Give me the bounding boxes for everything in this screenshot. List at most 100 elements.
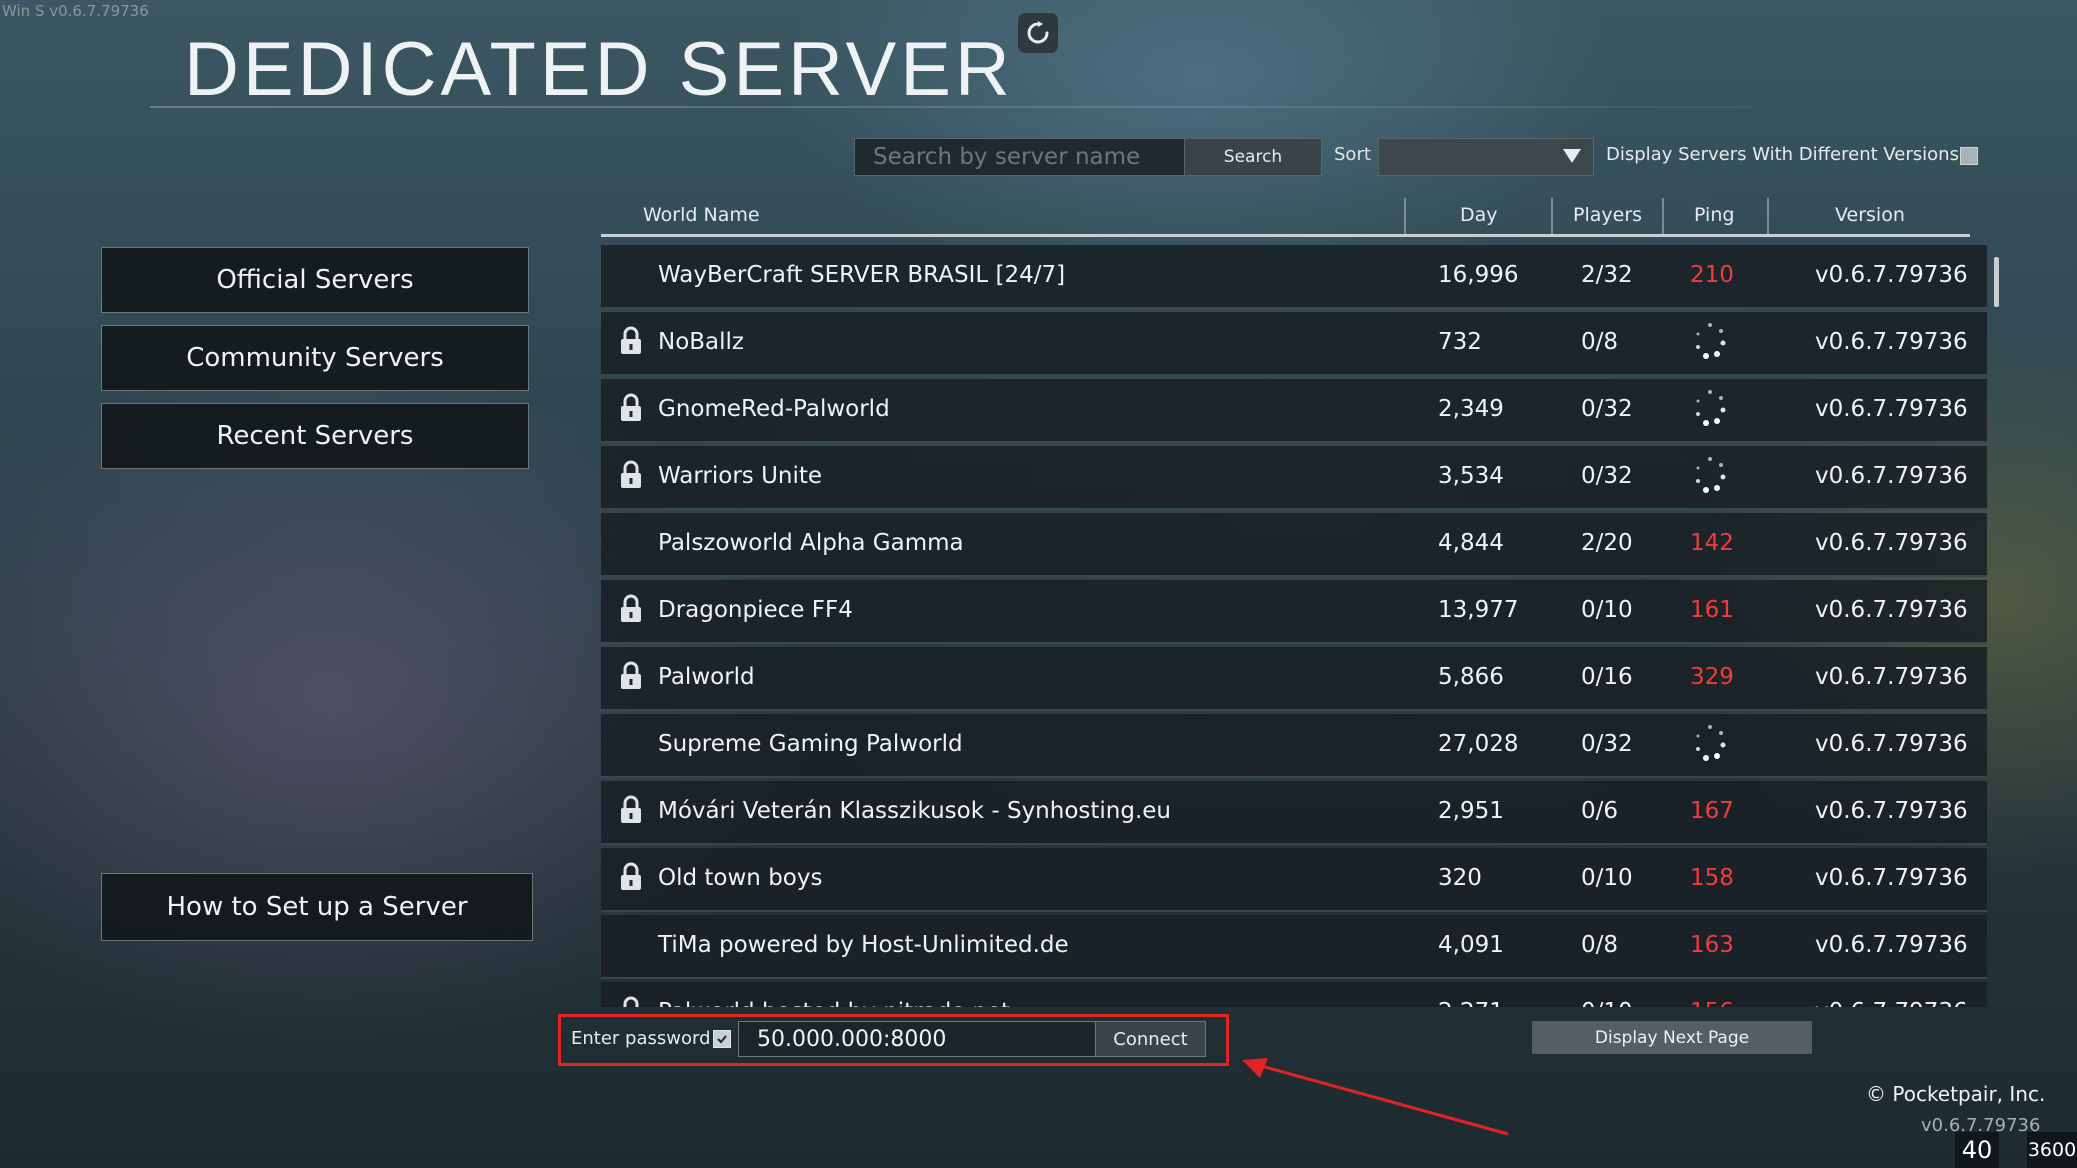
server-version: v0.6.7.79736 [1815,329,1968,355]
server-day: 13,977 [1438,597,1519,623]
server-ping: 156 [1690,999,1734,1007]
connect-button[interactable]: Connect [1095,1022,1205,1056]
server-row[interactable]: Supreme Gaming Palworld 27,028 0/32 v0.6.7.… [601,714,1987,778]
search-input[interactable] [855,139,1184,175]
enter-password-checkbox[interactable] [713,1030,731,1048]
header-divider [1767,198,1769,234]
server-day: 3,534 [1438,463,1504,489]
server-players: 0/32 [1581,731,1633,757]
server-day: 2,271 [1438,999,1504,1007]
header-ping[interactable]: Ping [1694,204,1734,226]
refresh-icon [1027,21,1049,44]
server-name: Dragonpiece FF4 [658,597,853,623]
title-divider [150,106,1750,108]
sort-dropdown[interactable] [1378,138,1594,176]
stat-counter: 3600 [2027,1132,2077,1168]
address-bar: Connect [738,1021,1206,1057]
build-label: Win S v0.6.7.79736 [2,2,149,20]
server-name: Palworld hosted by nitrado.net [658,999,1010,1007]
community-servers-button[interactable]: Community Servers [101,325,529,391]
header-divider [1662,198,1664,234]
server-name: WayBerCraft SERVER BRASIL [24/7] [658,262,1066,288]
server-list-scrollbar[interactable] [1994,257,1999,307]
server-name: Supreme Gaming Palworld [658,731,963,757]
header-version[interactable]: Version [1835,204,1905,226]
server-version: v0.6.7.79736 [1815,396,1968,422]
server-ping: 142 [1690,530,1734,556]
server-version: v0.6.7.79736 [1815,865,1968,891]
lock-icon [619,795,643,831]
header-day[interactable]: Day [1460,204,1498,226]
server-version: v0.6.7.79736 [1815,798,1968,824]
server-row[interactable]: GnomeRed-Palworld 2,349 0/32 v0.6.7.79736 [601,379,1987,443]
server-address-input[interactable] [739,1022,1095,1056]
server-day: 4,844 [1438,530,1504,556]
header-players[interactable]: Players [1573,204,1642,226]
loading-spinner-icon [1690,722,1730,772]
lock-icon [619,862,643,898]
server-version: v0.6.7.79736 [1815,262,1968,288]
server-players: 0/16 [1581,664,1633,690]
page-title: DEDICATED SERVER [184,27,1014,112]
server-name: Móvári Veterán Klasszikusok - Synhosting… [658,798,1172,824]
server-row[interactable]: WayBerCraft SERVER BRASIL [24/7] 16,996 2/… [601,245,1987,309]
server-day: 2,349 [1438,396,1504,422]
server-ping: 158 [1690,865,1734,891]
chevron-down-icon [1563,149,1581,163]
server-row[interactable]: Palworld 5,866 0/16 329 v0.6.7.79736 [601,647,1987,711]
server-row[interactable]: Warriors Unite 3,534 0/32 v0.6.7.79736 [601,446,1987,510]
server-version: v0.6.7.79736 [1815,463,1968,489]
refresh-button[interactable] [1017,12,1059,54]
annotation-arrow [1242,1058,1509,1136]
server-row[interactable]: Móvári Veterán Klasszikusok - Synhosting… [601,781,1987,845]
server-players: 0/32 [1581,463,1633,489]
server-day: 5,866 [1438,664,1504,690]
server-players: 0/32 [1581,396,1633,422]
header-divider [1551,198,1553,234]
server-row[interactable]: Palworld hosted by nitrado.net 2,271 0/10 1… [601,982,1987,1007]
server-name: TiMa powered by Host-Unlimited.de [658,932,1069,958]
server-row[interactable]: Old town boys 320 0/10 158 v0.6.7.79736 [601,848,1987,912]
search-button[interactable]: Search [1184,139,1321,175]
how-to-setup-server-button[interactable]: How to Set up a Server [101,873,533,941]
official-servers-button[interactable]: Official Servers [101,247,529,313]
copyright: © Pocketpair, Inc. [1866,1082,2046,1106]
display-different-versions-checkbox[interactable] [1960,147,1978,165]
server-players: 0/6 [1581,798,1619,824]
enter-password-label: Enter password [571,1028,711,1049]
lock-icon [619,460,643,496]
header-world-name[interactable]: World Name [643,204,760,226]
server-name: Palworld [658,664,755,690]
server-ping: 329 [1690,664,1734,690]
server-row[interactable]: Palszoworld Alpha Gamma 4,844 2/20 142 v0.6.… [601,513,1987,577]
server-day: 2,951 [1438,798,1504,824]
server-row[interactable]: Dragonpiece FF4 13,977 0/10 161 v0.6.7.79736 [601,580,1987,644]
server-list: WayBerCraft SERVER BRASIL [24/7] 16,996 2/… [601,245,1987,1007]
server-ping: 167 [1690,798,1734,824]
server-ping: 163 [1690,932,1734,958]
server-players: 0/8 [1581,329,1619,355]
server-row[interactable]: TiMa powered by Host-Unlimited.de 4,091 0/… [601,915,1987,979]
server-ping: 210 [1690,262,1734,288]
lock-icon [619,326,643,362]
loading-spinner-icon [1690,320,1730,370]
display-different-versions-label: Display Servers With Different Versions [1606,144,1959,165]
server-version: v0.6.7.79736 [1815,664,1968,690]
server-players: 0/10 [1581,597,1633,623]
server-name: Old town boys [658,865,823,891]
server-name: NoBallz [658,329,745,355]
server-version: v0.6.7.79736 [1815,597,1968,623]
recent-servers-button[interactable]: Recent Servers [101,403,529,469]
server-day: 16,996 [1438,262,1519,288]
server-day: 320 [1438,865,1482,891]
server-row[interactable]: NoBallz 732 0/8 v0.6.7.79736 [601,312,1987,376]
display-next-page-button[interactable]: Display Next Page [1532,1021,1812,1054]
lock-icon [619,594,643,630]
server-version: v0.6.7.79736 [1815,731,1968,757]
server-name: Warriors Unite [658,463,823,489]
table-header: World Name Day Players Ping Version [601,198,1970,237]
lock-icon [619,996,643,1007]
fps-counter: 40 [1955,1132,1999,1168]
checkmark-icon [717,1035,727,1044]
lock-icon [619,393,643,429]
